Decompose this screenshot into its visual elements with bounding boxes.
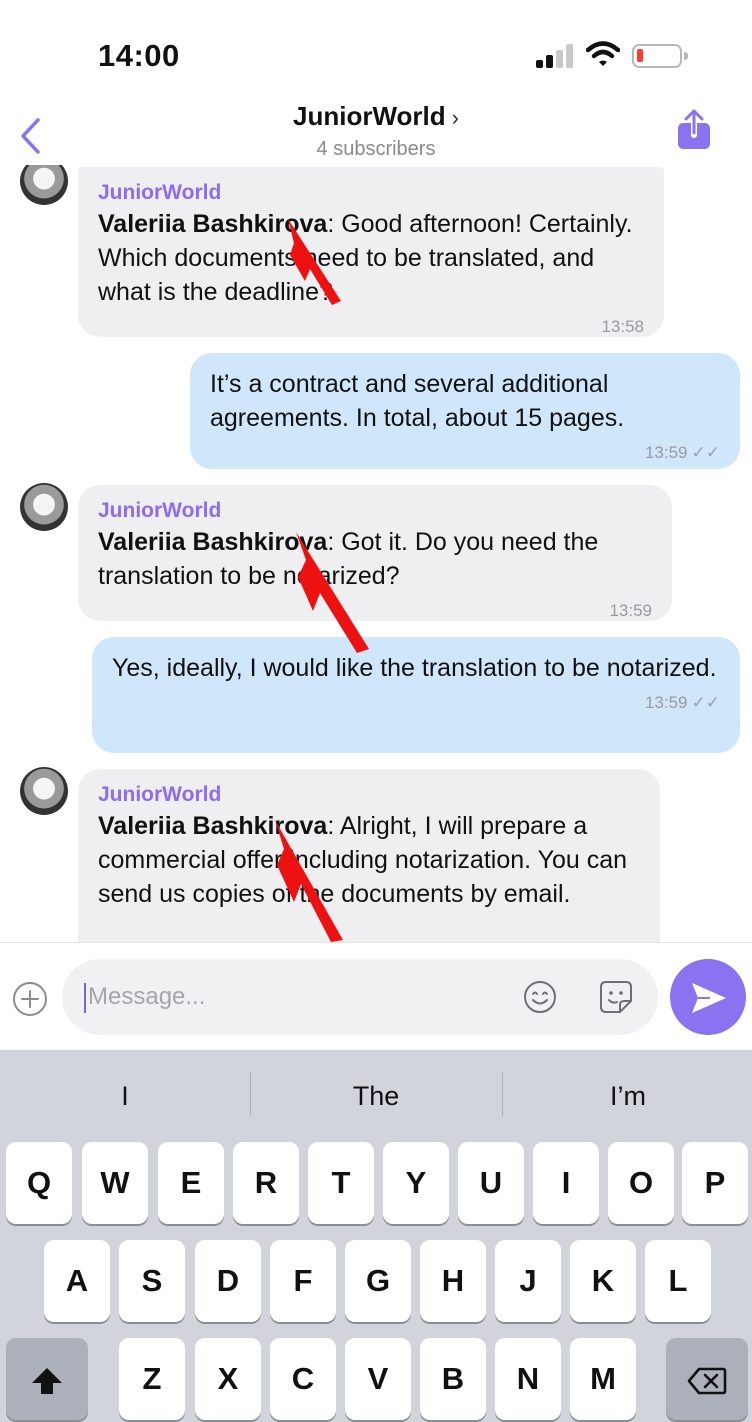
message-time: 13:58 — [601, 317, 644, 336]
key-o[interactable]: O — [608, 1142, 674, 1224]
message-meta: 13:59 ✓✓ — [210, 443, 720, 463]
send-icon — [692, 983, 726, 1013]
sender-name: Valeriia Bashkirova — [98, 528, 328, 556]
sender-name: Valeriia Bashkirova — [98, 210, 328, 238]
send-button[interactable] — [670, 959, 746, 1035]
message-composer — [0, 942, 752, 1050]
message-time: 13:59 — [609, 601, 652, 620]
message-text: Valeriia Bashkirova: Alright, I will pre… — [98, 812, 628, 908]
message-bubble-outgoing[interactable]: Yes, ideally, I would like the translati… — [92, 637, 740, 753]
key-x[interactable]: X — [195, 1338, 261, 1420]
read-receipt-icon: ✓✓ — [691, 443, 721, 462]
share-icon[interactable] — [676, 109, 712, 151]
status-time: 14:00 — [98, 38, 180, 73]
shift-key[interactable] — [6, 1338, 88, 1420]
key-t[interactable]: T — [308, 1142, 374, 1224]
suggestion[interactable]: The — [251, 1068, 501, 1124]
avatar[interactable] — [20, 483, 68, 531]
message-text: Yes, ideally, I would like the translati… — [112, 654, 717, 682]
key-g[interactable]: G — [345, 1240, 411, 1322]
message-input-box[interactable] — [62, 959, 658, 1035]
sticker-icon[interactable] — [598, 979, 634, 1015]
message-text: Valeriia Bashkirova: Good afternoon! Cer… — [98, 210, 633, 306]
key-u[interactable]: U — [458, 1142, 524, 1224]
suggestion-bar: I The I’m — [0, 1068, 752, 1124]
chat-header: JuniorWorld › 4 subscribers — [0, 95, 752, 175]
key-z[interactable]: Z — [119, 1338, 185, 1420]
channel-name: JuniorWorld — [98, 499, 222, 522]
message-time: 13:59 — [644, 443, 688, 462]
message-bubble-outgoing[interactable]: It’s a contract and several additional a… — [190, 353, 740, 469]
backspace-key[interactable] — [666, 1338, 748, 1420]
channel-name: JuniorWorld — [98, 783, 222, 806]
read-receipt-icon: ✓✓ — [691, 693, 721, 712]
avatar[interactable] — [20, 165, 68, 205]
keyboard: I The I’m Q W E R T Y U I O P A S D F G … — [0, 1050, 752, 1422]
message-bubble-incoming[interactable]: JuniorWorld Valeriia Bashkirova: Alright… — [78, 769, 660, 942]
message-input[interactable] — [88, 973, 508, 1021]
key-b[interactable]: B — [420, 1338, 486, 1420]
key-s[interactable]: S — [119, 1240, 185, 1322]
key-f[interactable]: F — [270, 1240, 336, 1322]
key-a[interactable]: A — [44, 1240, 110, 1322]
suggestion[interactable]: I’m — [503, 1068, 752, 1124]
message-time: 13:59 — [644, 693, 688, 712]
sender-name: Valeriia Bashkirova — [98, 812, 328, 840]
key-j[interactable]: J — [495, 1240, 561, 1322]
suggestion[interactable]: I — [0, 1068, 250, 1124]
key-y[interactable]: Y — [383, 1142, 449, 1224]
key-k[interactable]: K — [570, 1240, 636, 1322]
key-m[interactable]: M — [570, 1338, 636, 1420]
emoji-icon[interactable] — [522, 979, 558, 1015]
key-q[interactable]: Q — [6, 1142, 72, 1224]
key-i[interactable]: I — [533, 1142, 599, 1224]
signal-icon — [536, 42, 576, 68]
channel-title-area[interactable]: JuniorWorld › 4 subscribers — [0, 101, 752, 161]
message-text: Valeriia Bashkirova: Got it. Do you need… — [98, 528, 599, 590]
status-bar: 14:00 — [0, 0, 752, 100]
key-r[interactable]: R — [233, 1142, 299, 1224]
key-d[interactable]: D — [195, 1240, 261, 1322]
wifi-icon — [586, 41, 620, 66]
shift-icon — [32, 1367, 62, 1394]
text-cursor — [84, 983, 86, 1013]
plus-circle-icon[interactable] — [12, 981, 48, 1017]
key-p[interactable]: P — [682, 1142, 748, 1224]
message-bubble-incoming[interactable]: JuniorWorld Valeriia Bashkirova: Good af… — [78, 167, 664, 337]
key-e[interactable]: E — [158, 1142, 224, 1224]
message-bubble-incoming[interactable]: JuniorWorld Valeriia Bashkirova: Got it.… — [78, 485, 672, 621]
key-v[interactable]: V — [345, 1338, 411, 1420]
title-chevron-icon: › — [451, 105, 459, 130]
avatar[interactable] — [20, 767, 68, 815]
backspace-icon — [687, 1367, 727, 1395]
battery-icon — [632, 44, 688, 68]
message-list[interactable]: JuniorWorld Valeriia Bashkirova: Good af… — [0, 165, 752, 942]
key-h[interactable]: H — [420, 1240, 486, 1322]
key-n[interactable]: N — [495, 1338, 561, 1420]
key-w[interactable]: W — [82, 1142, 148, 1224]
subscriber-count: 4 subscribers — [316, 138, 436, 160]
message-text: It’s a contract and several additional a… — [210, 370, 625, 432]
message-meta: 13:59 ✓✓ — [112, 693, 720, 713]
channel-name: JuniorWorld — [98, 181, 222, 204]
channel-title[interactable]: JuniorWorld — [293, 101, 446, 131]
key-l[interactable]: L — [645, 1240, 711, 1322]
key-c[interactable]: C — [270, 1338, 336, 1420]
